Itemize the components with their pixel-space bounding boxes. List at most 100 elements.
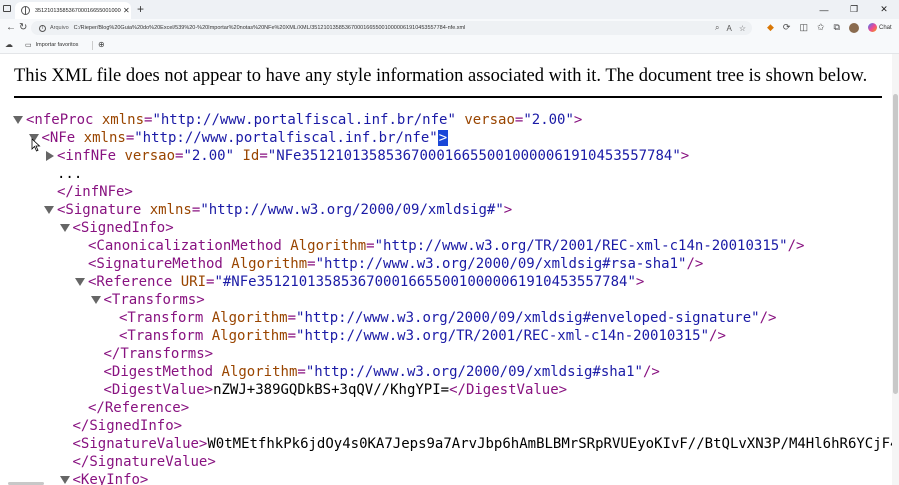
xml-viewer: This XML file does not appear to have an…: [0, 54, 892, 485]
refresh-extension-icon[interactable]: ⟳: [783, 22, 791, 33]
xml-tag: />: [642, 364, 660, 380]
mouse-cursor-icon: [31, 138, 41, 152]
xml-tree-line: <SignedInfo>: [73, 219, 174, 237]
xml-attr-name: Id: [242, 148, 260, 164]
xml-text-node: nZWJ+389GQDkBS+3qQV//KhgYPI=: [213, 382, 450, 398]
scroll-thumb[interactable]: [893, 94, 898, 394]
minimize-button[interactable]: —: [809, 0, 839, 19]
xml-tag: <infNFe: [57, 148, 125, 164]
xml-attr-name: Algorithm: [290, 238, 367, 254]
xml-tree-line: </Transforms>: [104, 345, 214, 363]
xml-tree-line: <SignatureValue>W0tMEtfhkPk6jdOy4s0KA7Je…: [73, 435, 893, 453]
xml-tag: </SignatureValue>: [72, 454, 216, 470]
address-bar[interactable]: i Arquivo C:/Rieper/Blog%20Guia%20do%20E…: [31, 21, 752, 35]
xml-tag: <Transform: [119, 328, 212, 344]
split-screen-icon[interactable]: ◫: [799, 22, 808, 33]
extension-icon[interactable]: ◆: [767, 22, 774, 33]
tab-strip: 3512101358536700016655001000006191045355…: [0, 0, 899, 20]
reload-button[interactable]: ↻: [19, 21, 27, 35]
xml-tag: =: [287, 310, 297, 326]
xml-attr-name: xmlns: [149, 202, 192, 218]
vertical-scrollbar[interactable]: [892, 54, 899, 485]
xml-tag: <Transform: [119, 310, 212, 326]
xml-attr-name: versao: [464, 112, 515, 128]
favorites-divider: [92, 41, 93, 50]
favorites-icon[interactable]: ✩: [817, 22, 825, 33]
xml-tree-line: <CanonicalizationMethod Algorithm="http:…: [88, 237, 804, 255]
browser-tab[interactable]: 3512101358536700016655001000006191045355…: [15, 2, 131, 19]
xml-tag: />: [759, 310, 777, 326]
xml-attr-value: "http://www.w3.org/TR/2001/REC-xml-c14n-…: [296, 328, 710, 344]
xml-attr-value: "http://www.portalfiscal.inf.br/nfe": [152, 112, 456, 128]
xml-tag: =: [297, 364, 306, 380]
xml-tag: </DigestValue>: [449, 382, 568, 398]
xml-attr-name: Algorithm: [211, 310, 288, 326]
collapse-triangle-icon[interactable]: [90, 296, 101, 304]
collapse-triangle-icon[interactable]: [59, 224, 70, 232]
xml-tag: <nfeProc: [26, 112, 102, 128]
xml-tree-line: </Reference>: [88, 399, 189, 417]
window-controls: — ❐ ✕: [809, 0, 899, 19]
xml-tree-line: <SignatureMethod Algorithm="http://www.w…: [88, 255, 703, 273]
xml-attr-value: "http://www.w3.org/2000/09/xmldsig#sha1": [305, 364, 643, 380]
collapse-triangle-icon[interactable]: [44, 206, 54, 214]
xml-tag: <Signature: [57, 202, 150, 218]
import-favorites-item[interactable]: ▭ Importar favoritos: [25, 40, 78, 50]
xml-attr-name: URI: [180, 274, 207, 290]
xml-tree-line: <Transform Algorithm="http://www.w3.org/…: [119, 309, 776, 327]
xml-attr-name: xmlns: [101, 112, 145, 128]
xml-attr-value: "http://www.w3.org/2000/09/xmldsig#": [200, 202, 504, 218]
xml-attr-name: Algorithm: [231, 256, 308, 272]
horizontal-scrollbar[interactable]: [0, 481, 892, 485]
xml-tag: </infNFe>: [57, 184, 133, 200]
xml-attr-name: versao: [124, 148, 176, 164]
xml-tree-line: <NFe xmlns="http://www.portalfiscal.inf.…: [42, 129, 449, 147]
back-button[interactable]: ←: [6, 21, 16, 35]
copilot-icon: [868, 23, 877, 32]
zoom-icon[interactable]: ⌕: [715, 23, 719, 33]
xml-tag: =: [259, 148, 268, 164]
maximize-button[interactable]: ❐: [839, 0, 869, 19]
tab-actions-icon[interactable]: [3, 5, 11, 12]
close-window-button[interactable]: ✕: [869, 0, 899, 19]
info-icon[interactable]: i: [39, 24, 46, 32]
xml-info-message: This XML file does not appear to have an…: [14, 66, 882, 98]
collections-icon[interactable]: ⧉: [834, 22, 840, 33]
chat-button[interactable]: Chat: [868, 23, 892, 32]
address-url[interactable]: C:/Rieper/Blog%20Guia%20do%20Excel/539%2…: [74, 25, 466, 31]
xml-tag: <Transforms>: [103, 292, 205, 308]
avatar[interactable]: [848, 22, 859, 33]
import-favorites-label: Importar favoritos: [35, 42, 79, 48]
xml-tag: =: [307, 256, 316, 272]
globe-icon[interactable]: ⊕: [98, 40, 105, 49]
xml-attr-value: "2.00": [183, 148, 235, 164]
read-aloud-icon[interactable]: A: [726, 24, 731, 33]
xml-tree-line: <nfeProc xmlns="http://www.portalfiscal.…: [26, 111, 582, 129]
xml-tree-line: </SignatureValue>: [73, 453, 216, 471]
xml-attr-name: xmlns: [83, 130, 126, 146]
xml-attr-name: Algorithm: [211, 328, 288, 344]
xml-tag: />: [787, 238, 805, 254]
address-actions: ⌕ A ☆: [715, 21, 746, 35]
globe-icon: [21, 6, 30, 15]
address-scheme: Arquivo: [50, 25, 69, 31]
tab-close-icon[interactable]: ✕: [123, 6, 130, 15]
collapse-triangle-icon[interactable]: [75, 278, 85, 286]
xml-tag: <SignatureMethod: [88, 256, 232, 272]
xml-tag: <DigestMethod: [103, 364, 222, 380]
xml-attr-value: "NFe351210135853670001665500100000619104…: [267, 148, 681, 164]
xml-tree-line: <Reference URI="#NFe35121013585367000166…: [88, 273, 644, 291]
xml-tree-line: <Signature xmlns="http://www.w3.org/2000…: [57, 201, 512, 219]
xml-tag: </Reference>: [88, 400, 190, 416]
cloud-icon[interactable]: ☁: [5, 40, 13, 49]
favorite-star-icon[interactable]: ☆: [739, 24, 746, 33]
xml-tag: >: [680, 148, 690, 164]
xml-tree-line: <infNFe versao="2.00" Id="NFe35121013585…: [57, 147, 689, 165]
tab-title: 3512101358536700016655001000006191045355…: [35, 7, 121, 14]
xml-attr-name: Algorithm: [221, 364, 298, 380]
new-tab-button[interactable]: +: [137, 2, 144, 16]
expand-triangle-icon[interactable]: [46, 151, 54, 161]
collapse-triangle-icon[interactable]: [13, 116, 23, 124]
folder-icon: ▭: [25, 42, 32, 49]
xml-text-node: W0tMEtfhkPk6jdOy4s0KA7Jeps9a7ArvJbp6hAmB…: [207, 436, 892, 452]
